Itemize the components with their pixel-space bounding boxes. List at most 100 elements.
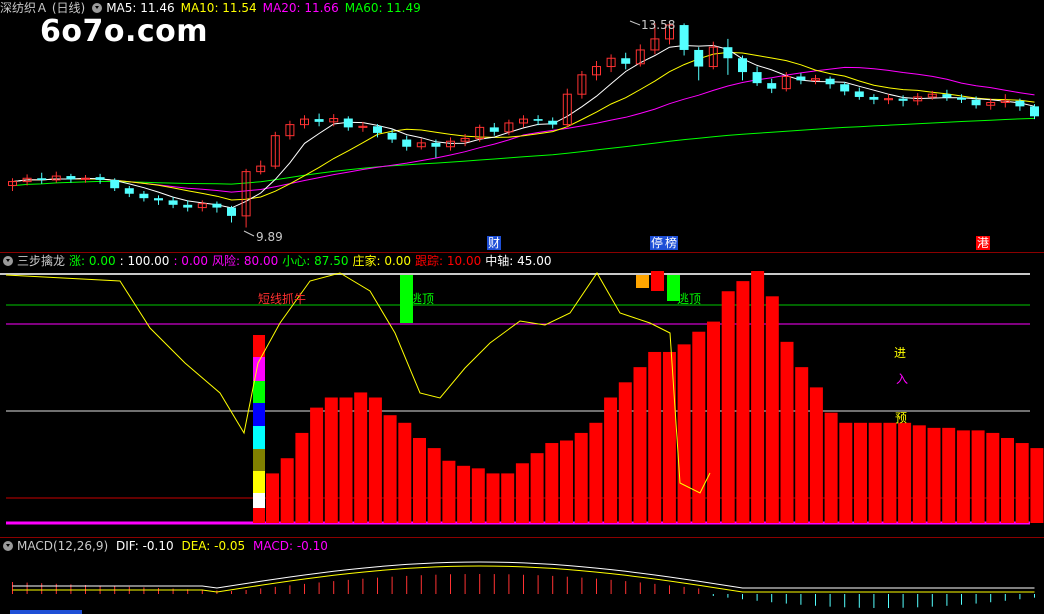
indicator-bar <box>501 473 515 523</box>
indicator-bar <box>589 422 603 523</box>
high-price-label: 13.58 <box>641 18 675 32</box>
macd-panel[interactable]: MACD(12,26,9) DIF: -0.10 DEA: -0.05 MACD… <box>0 538 1044 614</box>
indicator-bar <box>721 291 735 523</box>
candle-down <box>971 99 981 106</box>
high-marker <box>629 20 641 26</box>
indicator-bar <box>736 281 750 523</box>
candle-down <box>183 204 193 208</box>
indicator-bar <box>530 453 544 523</box>
indicator-bar <box>677 344 691 523</box>
time-scroll-indicator <box>10 610 82 614</box>
candle-down <box>767 83 777 89</box>
indicator-bar <box>604 397 618 523</box>
entry-signal-segment <box>253 381 265 403</box>
event-tag-gang[interactable]: 港 <box>976 236 991 250</box>
entry-signal-segment <box>253 449 265 471</box>
candle-down <box>1015 100 1025 107</box>
indicator-bar <box>1001 437 1014 523</box>
escape-top-label-2: 逃顶 <box>677 292 701 306</box>
entry-signal-segment <box>253 403 265 426</box>
indicator-bar <box>442 460 456 523</box>
indicator-bar <box>765 296 779 523</box>
indicator-bar <box>266 473 279 523</box>
candle-down <box>139 193 149 199</box>
indicator-bar <box>413 437 426 523</box>
indicator-bar <box>560 440 573 523</box>
indicator-bar <box>956 430 970 523</box>
candle-down <box>957 97 966 100</box>
event-tag-bang[interactable]: 榜 <box>664 236 679 250</box>
indicator-bar <box>427 448 441 523</box>
short-line-label: 短线抓牛 <box>258 291 306 306</box>
candle-down <box>66 176 76 180</box>
macd-chart[interactable] <box>0 538 1044 614</box>
candle-down <box>796 76 806 81</box>
candle-down <box>373 126 382 133</box>
indicator-panel[interactable]: 三步擒龙 涨: 0.00: 100.00: 0.00 风险: 80.00 小心: 87… <box>0 253 1044 537</box>
candle-down <box>95 177 105 180</box>
indicator-bar <box>927 427 941 523</box>
candle-down <box>124 188 134 194</box>
candle-down <box>679 25 689 50</box>
candle-down <box>548 120 558 125</box>
indicator-bar <box>1015 443 1029 523</box>
candle-down <box>942 94 952 98</box>
candle-down <box>869 96 879 100</box>
indicator-bar <box>809 387 823 523</box>
indicator-bar <box>457 465 471 523</box>
candle-down <box>110 179 120 189</box>
kline-panel[interactable]: 深纺织Ａ (日线) MA5: 11.46 MA10: 11.54 MA20: 11.6… <box>0 0 1044 252</box>
candle-down <box>840 84 850 92</box>
candle-down <box>533 119 543 121</box>
entry-signal-segment <box>253 471 265 493</box>
entry-label-ru: 入 <box>896 372 908 386</box>
indicator-bar <box>662 351 676 523</box>
candle-down <box>1030 106 1039 117</box>
low-marker <box>243 230 255 237</box>
indicator-bar <box>648 351 662 523</box>
escape-top-label-1: 逃顶 <box>410 292 434 306</box>
candle-down <box>898 98 908 101</box>
low-price-label: 9.89 <box>256 230 283 244</box>
candle-down <box>752 72 762 84</box>
entry-signal-segment <box>253 493 265 508</box>
entry-signal-segment <box>253 426 265 449</box>
indicator-bar <box>898 422 912 523</box>
indicator-bar <box>471 468 485 523</box>
indicator-bar <box>354 392 368 523</box>
indicator-chart[interactable]: 短线抓牛 逃顶 逃顶进入预 <box>0 253 1044 537</box>
entry-signal-segment <box>253 508 265 523</box>
indicator-bar <box>839 422 853 523</box>
indicator-bar <box>854 422 867 523</box>
indicator-bar <box>339 397 353 523</box>
candle-down <box>154 198 163 201</box>
indicator-bar <box>324 397 338 523</box>
candle-down <box>37 178 47 180</box>
candle-down <box>168 200 178 205</box>
indicator-bar <box>692 331 706 523</box>
indicator-bar <box>310 407 324 523</box>
indicator-bar <box>295 432 309 523</box>
candle-down <box>402 139 412 147</box>
indicator-bar <box>824 412 838 523</box>
kline-chart[interactable]: 13.58 9.89 <box>0 0 1044 252</box>
candle-down <box>694 49 704 67</box>
indicator-bar <box>545 443 559 523</box>
candle-down <box>825 78 835 85</box>
candle-down <box>343 118 353 128</box>
indicator-bar <box>515 463 529 523</box>
top-red-marker <box>651 271 664 291</box>
indicator-bar <box>633 367 647 523</box>
candle-down <box>854 91 864 97</box>
indicator-bar <box>868 422 882 523</box>
event-tag-ting[interactable]: 停 <box>650 236 665 250</box>
candle-down <box>738 58 747 73</box>
indicator-bar <box>751 271 765 523</box>
indicator-bar <box>383 415 397 523</box>
indicator-bar <box>971 430 985 523</box>
candle-down <box>387 132 397 140</box>
event-tag-cai[interactable]: 财 <box>487 236 502 250</box>
indicator-bar <box>618 382 632 523</box>
candle-down <box>723 47 733 59</box>
indicator-bar <box>398 422 412 523</box>
